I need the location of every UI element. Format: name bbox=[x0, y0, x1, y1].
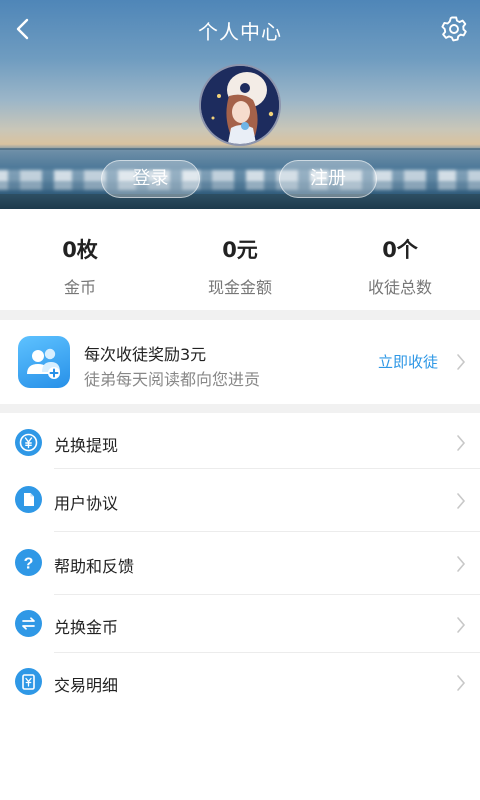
gear-icon bbox=[441, 16, 467, 42]
menu-item-label: 兑换提现 bbox=[54, 436, 119, 455]
svg-text:?: ? bbox=[24, 556, 34, 573]
wave-decoration bbox=[0, 170, 480, 182]
invite-icon-tile bbox=[18, 336, 70, 388]
invite-banner[interactable]: 每次收徒奖励3元 徒弟每天阅读都向您进贡 立即收徒 bbox=[0, 320, 480, 404]
stat-value: 0元 bbox=[222, 238, 258, 262]
menu-item-transactions[interactable]: 交易明细 bbox=[0, 653, 480, 715]
chevron-right-icon bbox=[455, 491, 467, 511]
menu-item-label: 用户协议 bbox=[54, 494, 119, 513]
register-button[interactable]: 注册 bbox=[279, 160, 377, 198]
profile-header: 个人中心 登录 注册 bbox=[0, 0, 480, 209]
menu-item-label: 交易明细 bbox=[54, 676, 119, 695]
yuan-coin-icon bbox=[15, 429, 42, 456]
chevron-right-icon bbox=[455, 554, 467, 574]
avatar-illustration bbox=[201, 66, 279, 144]
menu-item-user-agreement[interactable]: 用户协议 bbox=[0, 469, 480, 532]
menu-item-help-feedback[interactable]: ? 帮助和反馈 bbox=[0, 532, 480, 595]
shore-decoration bbox=[0, 194, 480, 209]
stat-coins[interactable]: 0枚 金币 bbox=[0, 209, 160, 310]
exchange-icon bbox=[15, 610, 42, 637]
chevron-right-icon bbox=[455, 673, 467, 693]
menu-item-label: 兑换金币 bbox=[54, 618, 119, 637]
avatar[interactable] bbox=[199, 64, 281, 146]
invite-subtitle: 徒弟每天阅读都向您进贡 bbox=[84, 370, 261, 389]
stat-value: 0个 bbox=[382, 238, 418, 262]
stat-label: 收徒总数 bbox=[367, 278, 432, 297]
stat-value: 0枚 bbox=[62, 238, 98, 262]
section-divider bbox=[0, 404, 480, 413]
login-button[interactable]: 登录 bbox=[101, 160, 200, 198]
chevron-right-icon bbox=[455, 352, 467, 372]
stat-label: 现金金额 bbox=[207, 278, 272, 297]
invite-title: 每次收徒奖励3元 bbox=[84, 345, 207, 364]
settings-menu: 兑换提现 用户协议 ? 帮助和反馈 兑换金币 交易明细 bbox=[0, 413, 480, 715]
document-icon bbox=[15, 486, 42, 513]
add-user-icon bbox=[27, 348, 60, 379]
chevron-right-icon bbox=[455, 433, 467, 453]
page-title: 个人中心 bbox=[198, 20, 282, 44]
top-bar: 个人中心 bbox=[0, 0, 480, 58]
stat-cash[interactable]: 0元 现金金额 bbox=[160, 209, 320, 310]
chevron-right-icon bbox=[455, 615, 467, 635]
horizon bbox=[0, 148, 480, 150]
transaction-icon bbox=[15, 668, 42, 695]
settings-button[interactable] bbox=[438, 12, 470, 46]
stat-apprentices[interactable]: 0个 收徒总数 bbox=[320, 209, 480, 310]
menu-item-label: 帮助和反馈 bbox=[54, 557, 135, 576]
wave-decoration bbox=[0, 182, 480, 190]
stats-row: 0枚 金币 0元 现金金额 0个 收徒总数 bbox=[0, 209, 480, 310]
section-divider bbox=[0, 310, 480, 320]
menu-item-withdraw[interactable]: 兑换提现 bbox=[0, 413, 480, 469]
stat-label: 金币 bbox=[63, 278, 96, 297]
question-icon: ? bbox=[15, 549, 42, 576]
invite-now-link[interactable]: 立即收徒 bbox=[378, 351, 438, 372]
menu-item-exchange-coins[interactable]: 兑换金币 bbox=[0, 595, 480, 653]
